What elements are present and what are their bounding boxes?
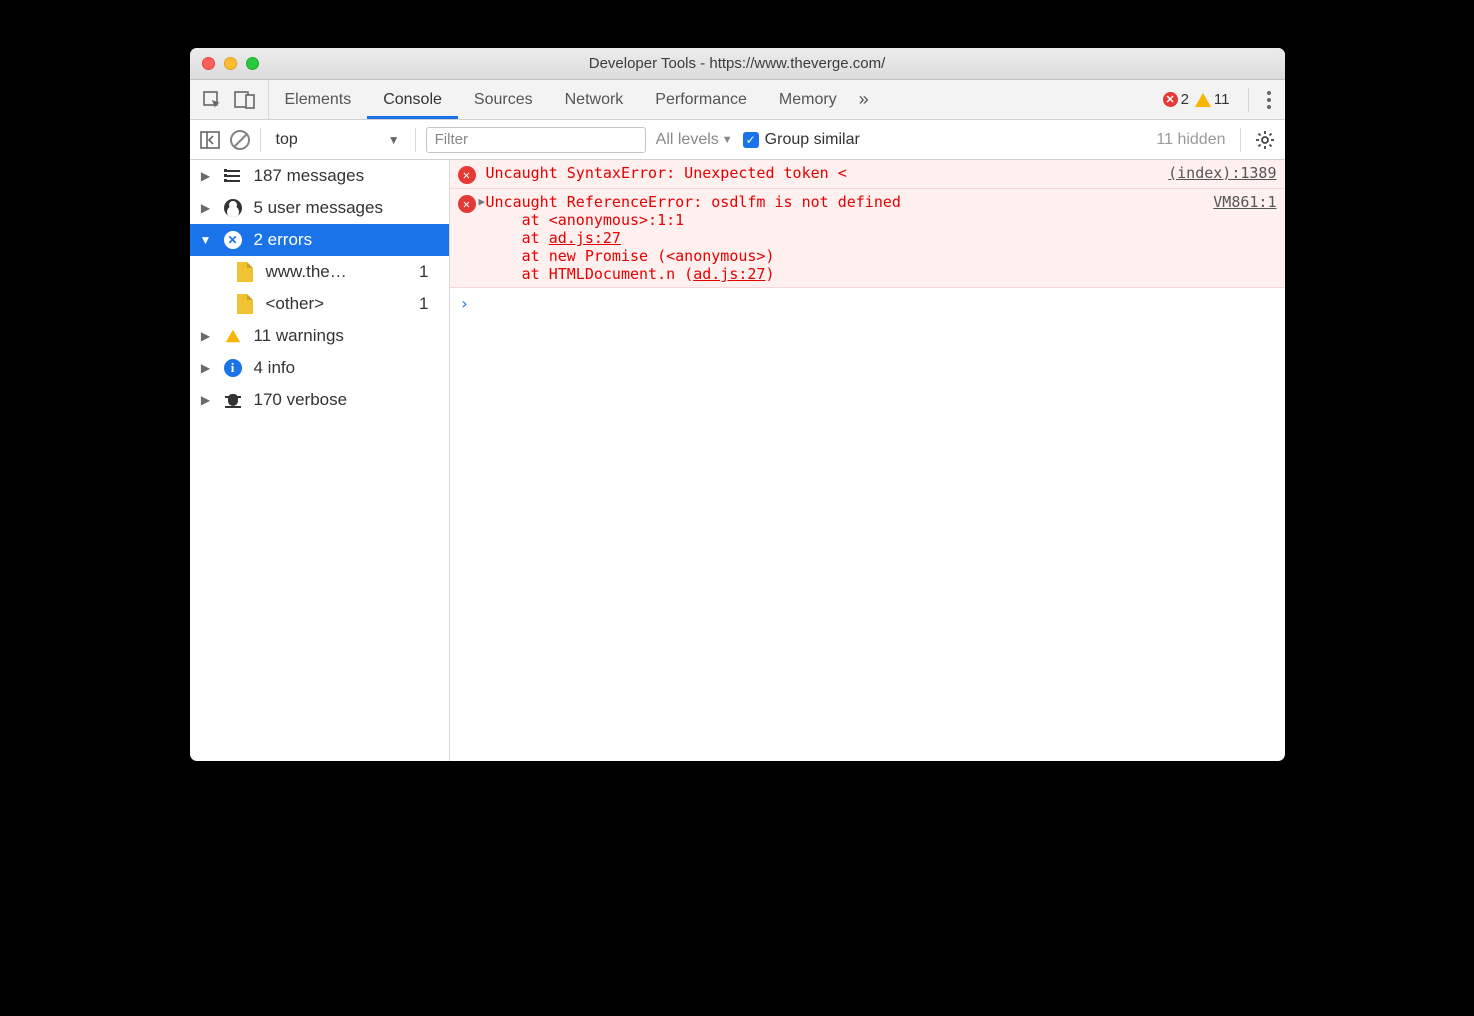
stack-line: at new Promise (<anonymous>) [522, 247, 775, 265]
error-icon: ✕ [1163, 92, 1178, 107]
error-icon: ✕ [458, 195, 476, 213]
message-source-link[interactable]: (index):1389 [1148, 164, 1276, 184]
source-count: 1 [419, 294, 438, 314]
group-similar-toggle[interactable]: ✓ Group similar [743, 131, 860, 149]
warning-icon [1195, 93, 1211, 107]
traffic-lights [190, 57, 259, 70]
tab-memory[interactable]: Memory [763, 80, 853, 119]
console-message-error[interactable]: ✕ ▶ Uncaught ReferenceError: osdlfm is n… [450, 189, 1285, 288]
toggle-sidebar-icon[interactable] [200, 131, 220, 149]
sidebar-error-source[interactable]: www.the… 1 [190, 256, 449, 288]
message-source-link[interactable]: VM861:1 [1193, 193, 1276, 211]
disclosure-triangle-icon: ▼ [200, 233, 212, 247]
tab-sources[interactable]: Sources [458, 80, 549, 119]
minimize-window-button[interactable] [224, 57, 237, 70]
sidebar-item-warnings[interactable]: ▶ 11 warnings [190, 320, 449, 352]
bug-icon [222, 391, 244, 409]
clear-console-icon[interactable] [230, 130, 250, 150]
message-text: Uncaught SyntaxError: Unexpected token < [486, 164, 1149, 184]
list-icon [222, 170, 244, 182]
tab-console[interactable]: Console [367, 80, 458, 119]
sidebar-label: 2 errors [254, 230, 313, 250]
source-count: 1 [419, 262, 438, 282]
stack-link[interactable]: ad.js:27 [549, 229, 621, 247]
maximize-window-button[interactable] [246, 57, 259, 70]
sidebar-item-verbose[interactable]: ▶ 170 verbose [190, 384, 449, 416]
tab-network[interactable]: Network [549, 80, 640, 119]
warning-count: 11 [1214, 91, 1230, 108]
log-levels-selector[interactable]: All levels ▼ [656, 131, 733, 149]
disclosure-triangle-icon: ▶ [200, 393, 212, 407]
sidebar-label: 187 messages [254, 166, 365, 186]
disclosure-triangle-icon[interactable]: ▶ [479, 195, 486, 213]
panel-toolbar: Elements Console Sources Network Perform… [190, 80, 1285, 120]
checkbox-checked-icon: ✓ [743, 132, 759, 148]
console-filter-bar: top ▼ All levels ▼ ✓ Group similar 11 hi… [190, 120, 1285, 160]
user-icon [222, 199, 244, 217]
console-sidebar: ▶ 187 messages ▶ 5 user messages ▼ ✕ 2 e… [190, 160, 450, 761]
sidebar-label: 5 user messages [254, 198, 383, 218]
sidebar-label: 11 warnings [254, 326, 344, 346]
sidebar-label: 4 info [254, 358, 296, 378]
message-text: Uncaught ReferenceError: osdlfm is not d… [486, 193, 901, 211]
hidden-count[interactable]: 11 hidden [1156, 131, 1225, 149]
error-icon: ✕ [222, 231, 244, 249]
sidebar-item-user-messages[interactable]: ▶ 5 user messages [190, 192, 449, 224]
file-icon [234, 262, 256, 282]
error-count-badge[interactable]: ✕ 2 [1163, 91, 1189, 108]
file-icon [234, 294, 256, 314]
levels-label: All levels [656, 131, 719, 149]
sidebar-label: 170 verbose [254, 390, 348, 410]
disclosure-triangle-icon: ▶ [200, 361, 212, 375]
dropdown-caret-icon: ▼ [388, 133, 400, 147]
warning-icon [222, 329, 244, 343]
console-message-error[interactable]: ✕ Uncaught SyntaxError: Unexpected token… [450, 160, 1285, 189]
devtools-window: Developer Tools - https://www.theverge.c… [190, 48, 1285, 761]
sidebar-item-messages[interactable]: ▶ 187 messages [190, 160, 449, 192]
console-output: ✕ Uncaught SyntaxError: Unexpected token… [450, 160, 1285, 761]
dropdown-caret-icon: ▼ [722, 134, 733, 146]
execution-context-selector[interactable]: top ▼ [271, 128, 405, 152]
source-label: <other> [266, 294, 325, 314]
panel-tabs: Elements Console Sources Network Perform… [269, 80, 875, 119]
settings-menu-icon[interactable] [1255, 91, 1275, 109]
inspect-element-icon[interactable] [202, 90, 222, 110]
console-prompt[interactable]: › [450, 288, 1285, 319]
info-icon: i [222, 359, 244, 377]
more-tabs-icon[interactable]: » [853, 89, 875, 110]
filter-input[interactable] [426, 127, 646, 153]
tab-elements[interactable]: Elements [269, 80, 368, 119]
source-label: www.the… [266, 262, 347, 282]
sidebar-error-source[interactable]: <other> 1 [190, 288, 449, 320]
error-icon: ✕ [458, 166, 476, 184]
window-title: Developer Tools - https://www.theverge.c… [190, 55, 1285, 72]
toggle-device-icon[interactable] [234, 90, 256, 110]
group-similar-label: Group similar [765, 131, 860, 149]
disclosure-triangle-icon: ▶ [200, 329, 212, 343]
sidebar-item-info[interactable]: ▶ i 4 info [190, 352, 449, 384]
console-settings-icon[interactable] [1255, 130, 1275, 150]
disclosure-triangle-icon: ▶ [200, 201, 212, 215]
titlebar: Developer Tools - https://www.theverge.c… [190, 48, 1285, 80]
stack-link[interactable]: ad.js:27 [693, 265, 765, 283]
sidebar-item-errors[interactable]: ▼ ✕ 2 errors [190, 224, 449, 256]
warning-count-badge[interactable]: 11 [1195, 91, 1230, 108]
tab-performance[interactable]: Performance [639, 80, 763, 119]
close-window-button[interactable] [202, 57, 215, 70]
disclosure-triangle-icon: ▶ [200, 169, 212, 183]
error-count: 2 [1181, 91, 1189, 108]
message-body: Uncaught ReferenceError: osdlfm is not d… [486, 193, 1194, 283]
context-label: top [276, 131, 298, 149]
stack-line: at <anonymous>:1:1 [522, 211, 685, 229]
